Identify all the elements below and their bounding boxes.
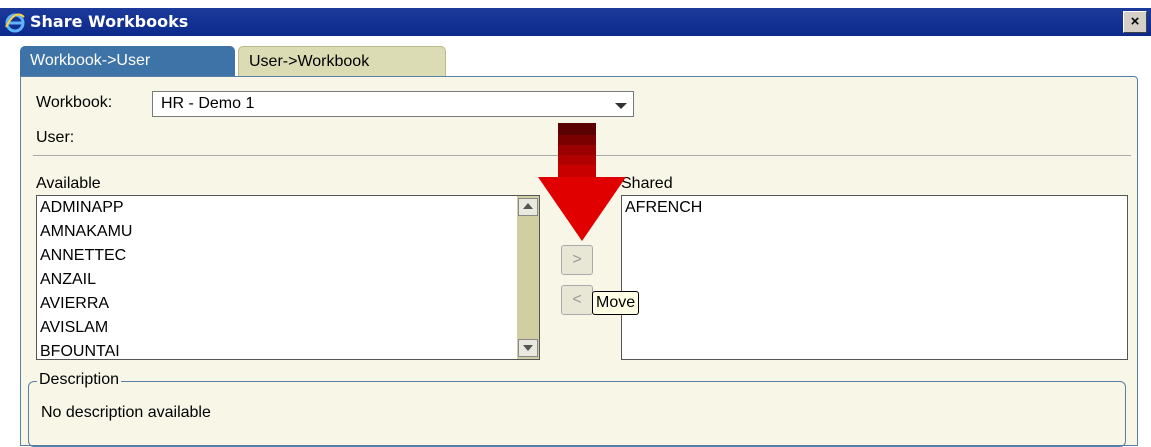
available-list[interactable]: ADMINAPP AMNAKAMU ANNETTEC ANZAIL AVIERR… bbox=[36, 195, 540, 360]
description-legend: Description bbox=[37, 371, 122, 389]
ie-icon bbox=[5, 13, 25, 33]
list-item[interactable]: AVIERRA bbox=[37, 292, 539, 316]
description-text: No description available bbox=[41, 404, 211, 421]
tab-user-workbook[interactable]: User->Workbook bbox=[238, 46, 446, 76]
list-item[interactable]: AMNAKAMU bbox=[37, 220, 539, 244]
list-item[interactable]: BFOUNTAI bbox=[37, 340, 539, 359]
chevron-left-icon: < bbox=[572, 291, 582, 308]
chevron-right-icon: > bbox=[572, 251, 582, 268]
user-label: User: bbox=[36, 129, 75, 146]
tab-workbook-user[interactable]: Workbook->User bbox=[20, 46, 235, 76]
annotation-arrow-icon bbox=[538, 123, 626, 241]
window-title: Share Workbooks bbox=[30, 12, 189, 31]
workbook-select[interactable]: HR - Demo 1 bbox=[152, 91, 634, 117]
move-left-button[interactable]: < bbox=[561, 285, 593, 315]
list-item[interactable]: ANNETTEC bbox=[37, 244, 539, 268]
workbook-label: Workbook: bbox=[36, 94, 113, 111]
tab-label: User->Workbook bbox=[249, 53, 370, 70]
shared-list[interactable]: AFRENCH bbox=[621, 195, 1128, 360]
list-item[interactable]: AVISLAM bbox=[37, 316, 539, 340]
scroll-down-icon[interactable] bbox=[518, 339, 538, 357]
list-item[interactable]: ADMINAPP bbox=[37, 196, 539, 220]
list-item[interactable]: ANZAIL bbox=[37, 268, 539, 292]
scroll-up-icon[interactable] bbox=[518, 198, 538, 216]
workbook-select-value: HR - Demo 1 bbox=[161, 95, 255, 112]
description-group: Description No description available bbox=[28, 371, 1126, 447]
shared-label: Shared bbox=[621, 175, 673, 192]
move-right-button[interactable]: > bbox=[561, 245, 593, 275]
tab-label: Workbook->User bbox=[30, 52, 151, 69]
available-label: Available bbox=[36, 175, 101, 192]
scrollbar[interactable] bbox=[517, 196, 539, 359]
move-tooltip: Move bbox=[592, 291, 640, 315]
window-title-bar: Share Workbooks × bbox=[0, 8, 1151, 36]
close-icon: × bbox=[1130, 13, 1140, 30]
dialog-body: Workbook->User User->Workbook Workbook: … bbox=[8, 36, 1151, 447]
close-button[interactable]: × bbox=[1123, 11, 1147, 33]
chevron-down-icon[interactable] bbox=[615, 103, 627, 109]
list-item[interactable]: AFRENCH bbox=[622, 196, 1127, 220]
